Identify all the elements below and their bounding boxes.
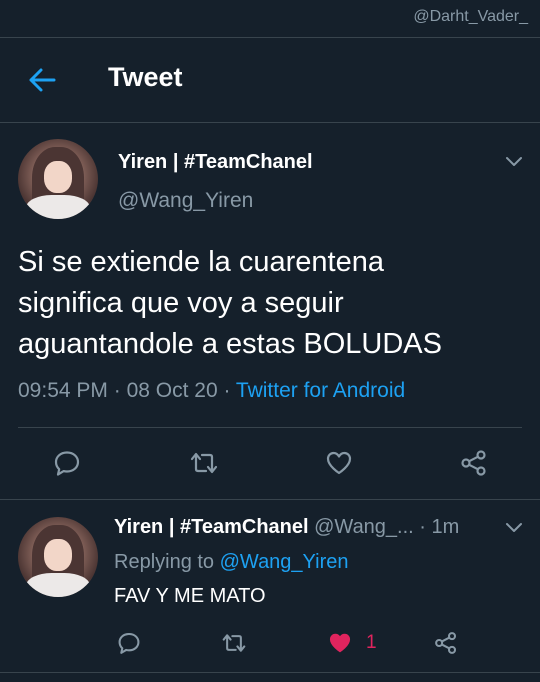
reply-timestamp: 1m xyxy=(431,516,460,538)
divider xyxy=(18,427,522,428)
author-display-name[interactable]: Yiren | #TeamChanel xyxy=(118,151,313,174)
watermark-text: @Darht_Vader_ xyxy=(413,8,528,25)
meta-separator: · xyxy=(413,516,432,538)
page-title: Tweet xyxy=(108,62,183,92)
meta-separator: · xyxy=(217,379,236,402)
tweet-text-line: Si se extiende la cuarentena xyxy=(18,246,384,278)
reply-icon[interactable] xyxy=(53,449,81,477)
meta-separator: · xyxy=(107,379,127,402)
retweet-icon[interactable] xyxy=(190,449,218,477)
replying-mention-link[interactable]: @Wang_Yiren xyxy=(220,551,349,573)
tweet-source-link[interactable]: Twitter for Android xyxy=(236,379,405,402)
tweet-header-bar: Tweet xyxy=(0,38,540,123)
reply-header: Yiren | #TeamChanel @Wang_... · 1m xyxy=(114,516,459,539)
divider xyxy=(0,499,540,500)
avatar[interactable] xyxy=(18,517,98,597)
like-count: 1 xyxy=(366,632,377,653)
tweet-text-line: aguantandole a estas BOLUDAS xyxy=(18,328,442,360)
author-handle[interactable]: @Wang_Yiren xyxy=(118,189,253,213)
tweet-time: 09:54 PM xyxy=(18,379,108,402)
divider xyxy=(0,672,540,673)
like-icon[interactable] xyxy=(325,449,353,477)
reply-handle[interactable]: @Wang_... xyxy=(314,516,414,538)
avatar[interactable] xyxy=(18,139,98,219)
reply-display-name[interactable]: Yiren | #TeamChanel xyxy=(114,516,309,538)
tweet-date: 08 Oct 20 xyxy=(126,379,218,402)
arrow-left-icon[interactable] xyxy=(27,66,57,94)
replying-to: Replying to @Wang_Yiren xyxy=(114,551,349,574)
liked-heart-icon[interactable] xyxy=(328,631,352,655)
reply-icon[interactable] xyxy=(117,631,141,655)
share-icon[interactable] xyxy=(460,449,488,477)
chevron-down-icon[interactable] xyxy=(505,155,523,169)
chevron-down-icon[interactable] xyxy=(505,521,523,535)
tweet-text: Si se extiende la cuarentena significa q… xyxy=(18,242,518,365)
tweet-meta: 09:54 PM · 08 Oct 20 · Twitter for Andro… xyxy=(18,379,405,403)
share-icon[interactable] xyxy=(434,631,458,655)
tweet-text-line: significa que voy a seguir xyxy=(18,287,344,319)
reply-text: FAV Y ME MATO xyxy=(114,585,266,607)
replying-label: Replying to xyxy=(114,551,220,573)
retweet-icon[interactable] xyxy=(222,631,246,655)
